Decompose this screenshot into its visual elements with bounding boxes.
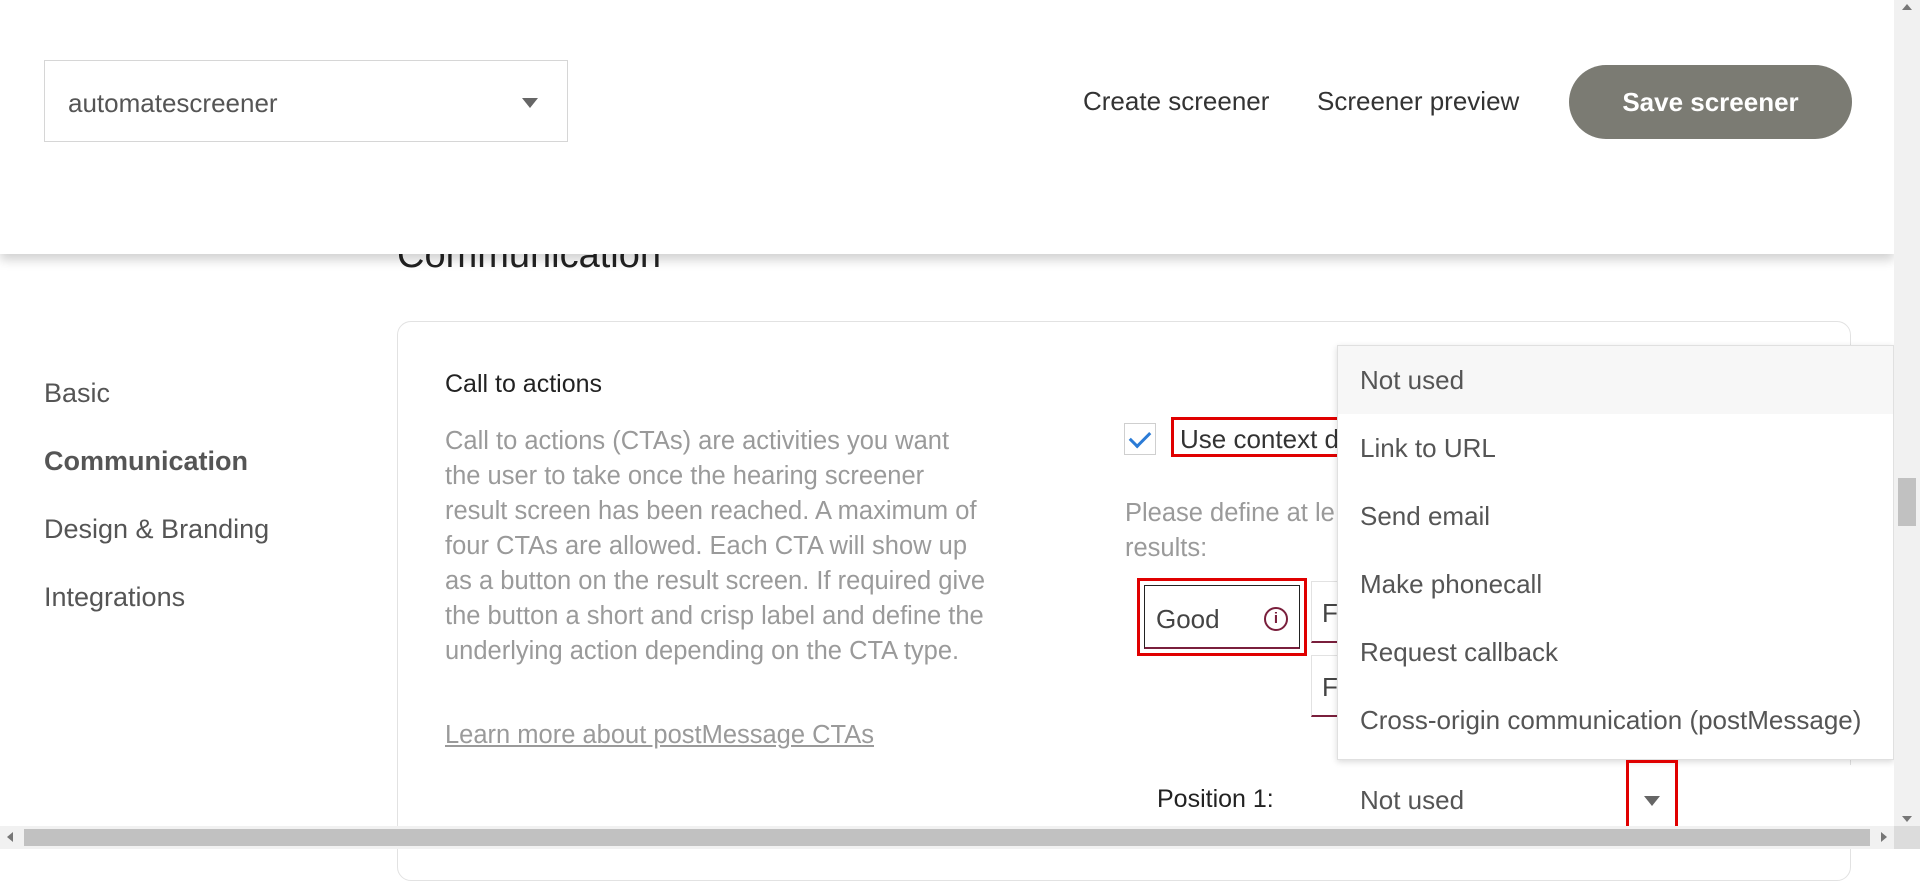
- vertical-scrollbar[interactable]: [1894, 0, 1920, 826]
- scroll-up-arrow-icon[interactable]: [1902, 4, 1912, 10]
- project-select-value: automatescreener: [68, 88, 278, 118]
- define-text-line-1: Please define at le: [1125, 499, 1335, 527]
- vertical-scroll-thumb[interactable]: [1898, 478, 1916, 526]
- learn-more-postmessage-link[interactable]: Learn more about postMessage CTAs: [445, 721, 874, 750]
- position-1-label: Position 1:: [1157, 785, 1274, 813]
- position-1-select-value: Not used: [1360, 785, 1465, 815]
- scroll-right-arrow-icon[interactable]: [1881, 832, 1887, 842]
- define-results-text: Please define at le results:: [1125, 496, 1340, 566]
- sidebar-item-communication[interactable]: Communication: [44, 446, 248, 477]
- result-tab-good[interactable]: Good i: [1137, 578, 1307, 656]
- dropdown-option-not-used[interactable]: Not used: [1338, 346, 1893, 414]
- card-title: Call to actions: [445, 370, 603, 398]
- result-tab-good-label: Good: [1156, 604, 1220, 634]
- chevron-down-icon: [1644, 796, 1660, 806]
- top-header: automatescreener Create screener Screene…: [0, 0, 1894, 254]
- scrollbar-corner: [1894, 826, 1920, 849]
- result-tab-good-field: Good i: [1144, 585, 1300, 649]
- checkmark-icon: [1128, 425, 1152, 449]
- use-context-label[interactable]: Use context d: [1171, 417, 1341, 457]
- result-tab-f-2-label: F: [1322, 672, 1338, 702]
- create-screener-link[interactable]: Create screener: [1083, 86, 1269, 117]
- define-text-line-2: results:: [1125, 534, 1208, 562]
- dropdown-option-make-phonecall[interactable]: Make phonecall: [1338, 550, 1893, 618]
- result-tab-fair-label: F: [1322, 598, 1338, 628]
- dropdown-option-request-callback[interactable]: Request callback: [1338, 618, 1893, 686]
- project-select[interactable]: automatescreener: [44, 60, 568, 142]
- card-description: Call to actions (CTAs) are activities yo…: [445, 427, 986, 665]
- cta-type-dropdown-menu: Not used Link to URL Send email Make pho…: [1337, 345, 1894, 760]
- scroll-left-arrow-icon[interactable]: [7, 832, 13, 842]
- use-context-checkbox[interactable]: [1124, 423, 1156, 455]
- horizontal-scrollbar[interactable]: [0, 826, 1894, 849]
- dropdown-option-send-email[interactable]: Send email: [1338, 482, 1893, 550]
- scroll-down-arrow-icon[interactable]: [1902, 816, 1912, 822]
- chevron-down-icon: [522, 98, 538, 108]
- sidebar-item-integrations[interactable]: Integrations: [44, 582, 185, 613]
- horizontal-scroll-thumb[interactable]: [24, 829, 1870, 846]
- sidebar-item-basic[interactable]: Basic: [44, 378, 110, 409]
- dropdown-option-link-to-url[interactable]: Link to URL: [1338, 414, 1893, 482]
- save-screener-button[interactable]: Save screener: [1569, 65, 1852, 139]
- info-icon[interactable]: i: [1264, 607, 1288, 631]
- sidebar-item-design-branding[interactable]: Design & Branding: [44, 514, 269, 545]
- screener-preview-link[interactable]: Screener preview: [1317, 86, 1519, 117]
- dropdown-option-postmessage[interactable]: Cross-origin communication (postMessage): [1338, 686, 1893, 754]
